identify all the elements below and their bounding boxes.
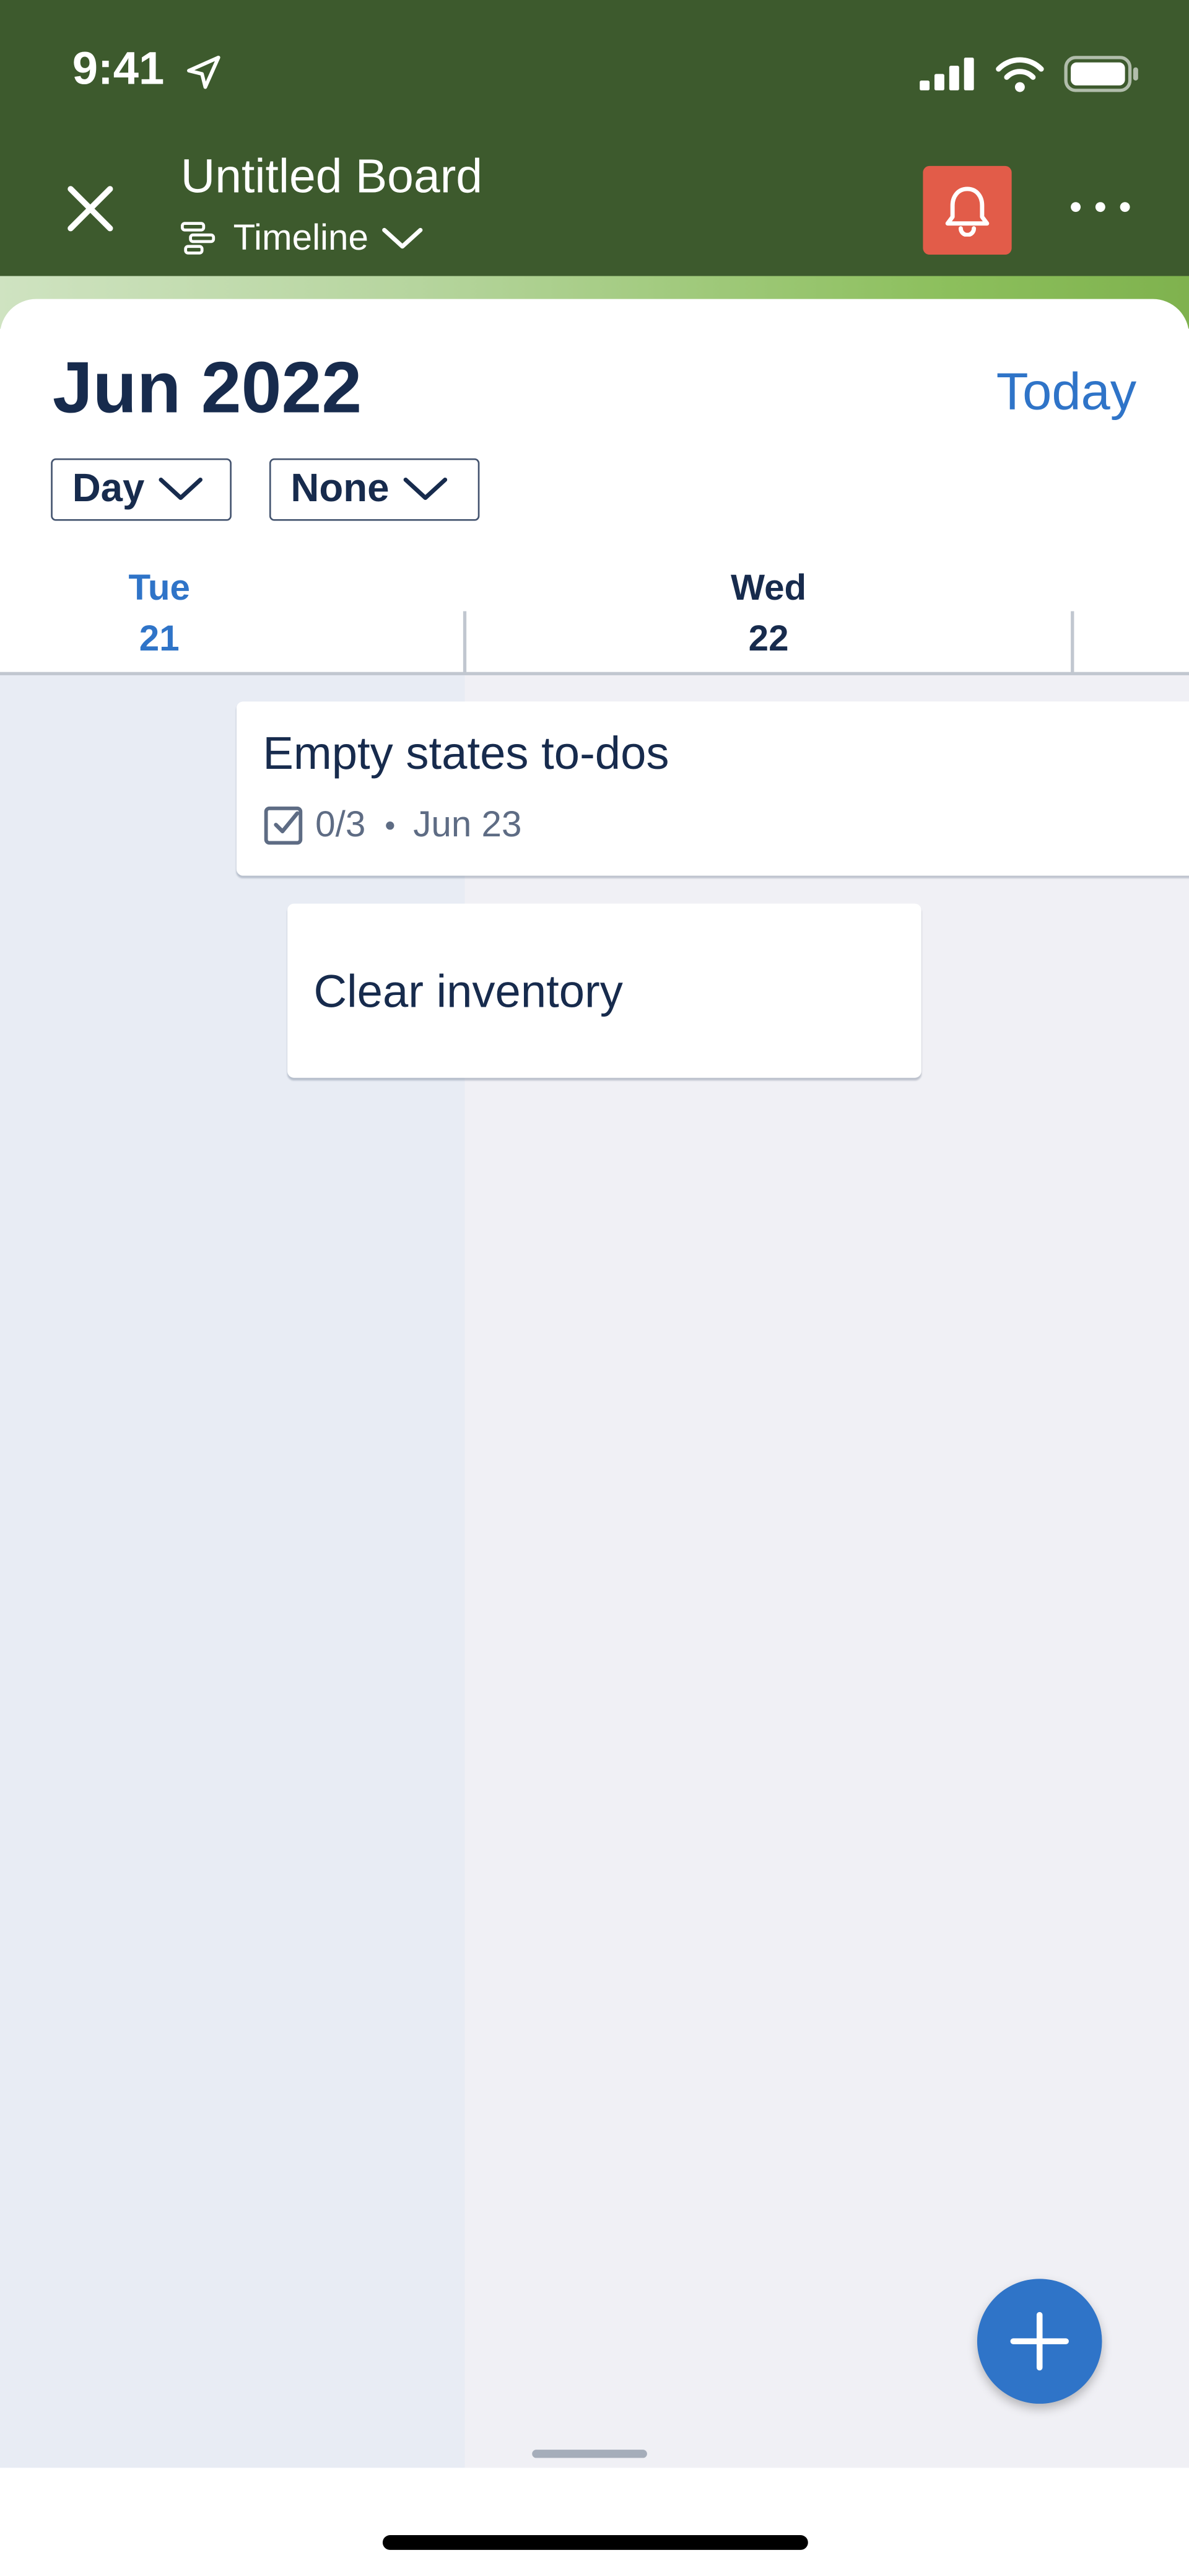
- wifi-icon: [996, 57, 1044, 92]
- timeline-sheet: Jun 2022 Today Day None Tue 21 Wed 22 Em…: [0, 299, 1189, 2576]
- day-weekday: Tue: [128, 566, 190, 608]
- day-divider-tick: [1071, 611, 1074, 674]
- zoom-dropdown[interactable]: Day: [51, 458, 232, 521]
- board-title: Untitled Board: [180, 151, 483, 204]
- checklist-count: 0/3: [315, 803, 366, 845]
- today-button[interactable]: Today: [996, 361, 1136, 422]
- location-arrow-icon: [187, 55, 220, 89]
- day-date: 22: [748, 618, 789, 659]
- status-bar-time: 9:41: [72, 42, 165, 94]
- day-header-tue: Tue 21: [77, 562, 242, 664]
- card-title: Clear inventory: [313, 966, 623, 1017]
- card-title: Empty states to-dos: [263, 727, 669, 779]
- separator-dot: [385, 820, 394, 829]
- status-bar-icons: [920, 56, 1139, 92]
- group-dropdown-value: None: [290, 467, 390, 511]
- month-label: Jun 2022: [52, 348, 362, 429]
- battery-icon: [1064, 56, 1138, 92]
- notifications-button[interactable]: [923, 165, 1012, 255]
- cellular-signal-icon: [920, 57, 974, 90]
- chevron-down-icon: [403, 477, 448, 501]
- scroll-handle[interactable]: [532, 2450, 647, 2458]
- more-icon[interactable]: [1071, 191, 1130, 224]
- timeline-icon: [180, 222, 216, 255]
- day-date: 21: [139, 618, 180, 659]
- day-divider-tick: [463, 611, 467, 674]
- timeline-card[interactable]: Empty states to-dos 0/3 Jun 23: [236, 701, 1189, 876]
- add-card-button[interactable]: [977, 2279, 1102, 2404]
- zoom-dropdown-value: Day: [72, 467, 145, 511]
- home-indicator[interactable]: [382, 2535, 808, 2550]
- day-weekday: Wed: [731, 566, 807, 608]
- day-header-wed: Wed 22: [687, 562, 851, 664]
- app-screen: 9:41 Untitled Board Timeline Jun 2022 To…: [0, 0, 1189, 2576]
- timeline-card[interactable]: Clear inventory: [287, 903, 921, 1078]
- plus-icon: [1010, 2311, 1069, 2371]
- card-badges: 0/3 Jun 23: [263, 804, 521, 846]
- bell-icon: [945, 186, 990, 237]
- view-label: Timeline: [233, 217, 368, 258]
- chevron-down-icon: [382, 227, 424, 249]
- card-due-date: Jun 23: [413, 803, 522, 845]
- checklist-icon: [264, 806, 303, 845]
- view-switcher[interactable]: Timeline: [180, 217, 424, 260]
- chevron-down-icon: [159, 477, 203, 501]
- close-icon[interactable]: [63, 181, 118, 237]
- group-dropdown[interactable]: None: [269, 458, 480, 521]
